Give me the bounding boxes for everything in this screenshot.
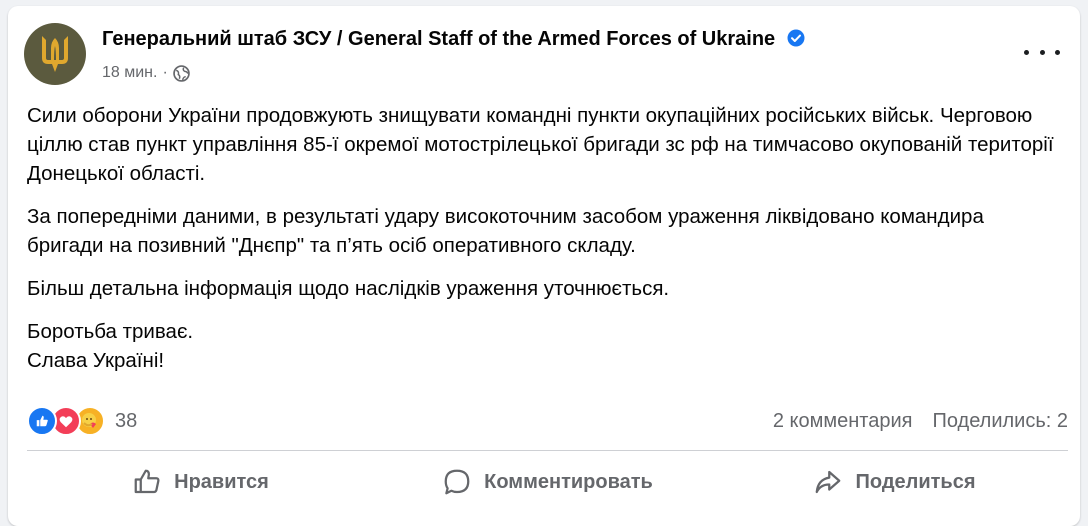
- post-meta: 18 мин. ·: [102, 64, 190, 82]
- like-button[interactable]: Нравится: [27, 458, 374, 506]
- post-paragraph: Боротьба триває.: [27, 320, 194, 343]
- globe-icon: [173, 64, 190, 82]
- page-name[interactable]: Генеральний штаб ЗСУ / General Staff of …: [102, 28, 805, 51]
- comment-button-label: Комментировать: [484, 470, 653, 493]
- share-arrow-icon: [816, 470, 841, 494]
- post-header: Генеральний штаб ЗСУ / General Staff of …: [8, 6, 1080, 96]
- post-paragraph: Слава Україні!: [27, 349, 165, 372]
- actions-divider: [27, 450, 1068, 451]
- share-button-label: Поделиться: [855, 470, 976, 493]
- verified-badge-icon: [787, 29, 805, 47]
- post-paragraph: Сили оборони України продовжують знищува…: [27, 104, 1054, 185]
- page-name-text[interactable]: Генеральний штаб ЗСУ / General Staff of …: [102, 28, 775, 50]
- comment-bubble-icon: [444, 469, 470, 495]
- like-button-label: Нравится: [174, 470, 269, 493]
- post-time[interactable]: 18 мин.: [102, 64, 157, 82]
- post-paragraph: За попередніми даними, в результаті удар…: [27, 205, 984, 257]
- post-actions: Нравится Комментировать Поделиться: [27, 458, 1068, 506]
- meta-separator: ·: [162, 64, 168, 81]
- more-dot-icon: [1039, 49, 1045, 55]
- engagement-stats: 2 комментария Поделились: 2: [773, 410, 1068, 433]
- comment-button[interactable]: Комментировать: [374, 458, 721, 506]
- trident-icon: [42, 36, 68, 72]
- more-dot-icon: [1055, 49, 1060, 55]
- post-card: Генеральний штаб ЗСУ / General Staff of …: [8, 6, 1080, 526]
- comments-count-link[interactable]: 2 комментария: [773, 410, 913, 433]
- post-paragraph: Більш детальна інформація щодо наслідків…: [27, 277, 670, 300]
- reactions-summary[interactable]: 38: [27, 406, 137, 436]
- reactions-bar: 38 2 комментария Поделились: 2: [27, 404, 1068, 438]
- more-dot-icon: [1024, 49, 1029, 55]
- shares-count-link[interactable]: Поделились: 2: [932, 410, 1068, 433]
- share-button[interactable]: Поделиться: [721, 458, 1068, 506]
- reaction-count[interactable]: 38: [115, 410, 137, 433]
- page-avatar[interactable]: [24, 23, 86, 85]
- thumbs-up-icon: [134, 469, 160, 494]
- more-options-button[interactable]: [1024, 42, 1060, 62]
- like-reaction-icon: [27, 406, 57, 436]
- post-body: Сили оборони України продовжують знищува…: [27, 101, 1057, 389]
